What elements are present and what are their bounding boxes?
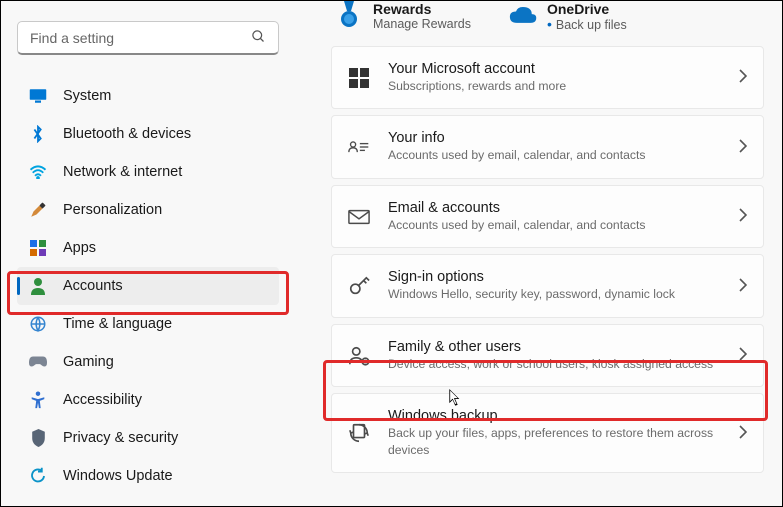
tile-title: Rewards	[373, 1, 471, 17]
update-icon	[29, 467, 47, 485]
apps-grid-icon	[29, 239, 47, 257]
search-input[interactable]	[30, 30, 251, 46]
monitor-icon	[29, 87, 47, 105]
card-subtitle: Accounts used by email, calendar, and co…	[388, 147, 739, 163]
sidebar-item-label: Apps	[63, 240, 96, 256]
sidebar-item-system[interactable]: System	[17, 77, 279, 115]
accessibility-icon	[29, 391, 47, 409]
person-icon	[29, 277, 47, 295]
settings-card-email-accounts[interactable]: Email & accountsAccounts used by email, …	[331, 185, 764, 248]
sidebar-item-windows-update[interactable]: Windows Update	[17, 457, 279, 495]
header-tile-rewards[interactable]: RewardsManage Rewards	[335, 1, 471, 32]
cloud-icon	[509, 1, 537, 29]
sidebar-item-label: System	[63, 88, 111, 104]
tile-title: OneDrive	[547, 1, 627, 17]
sidebar-item-bluetooth-devices[interactable]: Bluetooth & devices	[17, 115, 279, 153]
settings-card-your-microsoft-account[interactable]: Your Microsoft accountSubscriptions, rew…	[331, 46, 764, 109]
sidebar-item-personalization[interactable]: Personalization	[17, 191, 279, 229]
card-subtitle: Subscriptions, rewards and more	[388, 78, 739, 94]
card-title: Your Microsoft account	[388, 61, 739, 77]
sidebar-item-label: Time & language	[63, 316, 172, 332]
chevron-right-icon	[739, 278, 747, 295]
main-content: RewardsManage Rewards OneDrive•Back up fi…	[291, 1, 782, 506]
settings-card-your-info[interactable]: Your infoAccounts used by email, calenda…	[331, 115, 764, 178]
medal-icon	[335, 1, 363, 29]
sidebar-item-label: Accounts	[63, 278, 123, 294]
paintbrush-icon	[29, 201, 47, 219]
family-icon	[348, 345, 370, 367]
chevron-right-icon	[739, 208, 747, 225]
sidebar-item-accounts[interactable]: Accounts	[17, 267, 279, 305]
sidebar-item-label: Gaming	[63, 354, 114, 370]
chevron-right-icon	[739, 347, 747, 364]
chevron-right-icon	[739, 139, 747, 156]
sidebar-nav: System Bluetooth & devices Network & inter…	[17, 77, 283, 495]
header-tiles: RewardsManage Rewards OneDrive•Back up fi…	[331, 1, 764, 46]
card-title: Email & accounts	[388, 200, 739, 216]
microsoft-logo-icon	[348, 67, 370, 89]
envelope-icon	[348, 206, 370, 228]
chevron-right-icon	[739, 69, 747, 86]
chevron-right-icon	[739, 425, 747, 442]
sidebar-item-label: Windows Update	[63, 468, 173, 484]
search-icon	[251, 29, 266, 47]
sidebar-item-label: Accessibility	[63, 392, 142, 408]
sidebar-item-network-internet[interactable]: Network & internet	[17, 153, 279, 191]
sidebar-item-label: Privacy & security	[63, 430, 178, 446]
key-icon	[348, 275, 370, 297]
settings-card-windows-backup[interactable]: Windows backupBack up your files, apps, …	[331, 393, 764, 473]
tile-subtitle: •Back up files	[547, 17, 627, 32]
card-title: Family & other users	[388, 339, 739, 355]
sidebar-item-label: Network & internet	[63, 164, 182, 180]
sidebar-item-time-language[interactable]: Time & language	[17, 305, 279, 343]
sidebar-item-gaming[interactable]: Gaming	[17, 343, 279, 381]
card-subtitle: Windows Hello, security key, password, d…	[388, 286, 739, 302]
search-box[interactable]	[17, 21, 279, 55]
wifi-icon	[29, 163, 47, 181]
card-title: Your info	[388, 130, 739, 146]
globe-time-icon	[29, 315, 47, 333]
id-card-icon	[348, 136, 370, 158]
card-subtitle: Back up your files, apps, preferences to…	[388, 425, 739, 458]
backup-sync-icon	[348, 422, 370, 444]
sidebar-item-apps[interactable]: Apps	[17, 229, 279, 267]
settings-card-family-other-users[interactable]: Family & other usersDevice access, work …	[331, 324, 764, 387]
gamepad-icon	[29, 353, 47, 371]
card-subtitle: Accounts used by email, calendar, and co…	[388, 217, 739, 233]
shield-icon	[29, 429, 47, 447]
card-title: Windows backup	[388, 408, 739, 424]
header-tile-onedrive[interactable]: OneDrive•Back up files	[509, 1, 627, 32]
card-title: Sign-in options	[388, 269, 739, 285]
sidebar: System Bluetooth & devices Network & inter…	[1, 1, 291, 506]
sidebar-item-accessibility[interactable]: Accessibility	[17, 381, 279, 419]
sidebar-item-privacy-security[interactable]: Privacy & security	[17, 419, 279, 457]
sidebar-item-label: Bluetooth & devices	[63, 126, 191, 142]
tile-subtitle: Manage Rewards	[373, 17, 471, 31]
settings-card-sign-in-options[interactable]: Sign-in optionsWindows Hello, security k…	[331, 254, 764, 317]
sidebar-item-label: Personalization	[63, 202, 162, 218]
settings-card-list: Your Microsoft accountSubscriptions, rew…	[331, 46, 764, 473]
bluetooth-icon	[29, 125, 47, 143]
card-subtitle: Device access, work or school users, kio…	[388, 356, 739, 372]
